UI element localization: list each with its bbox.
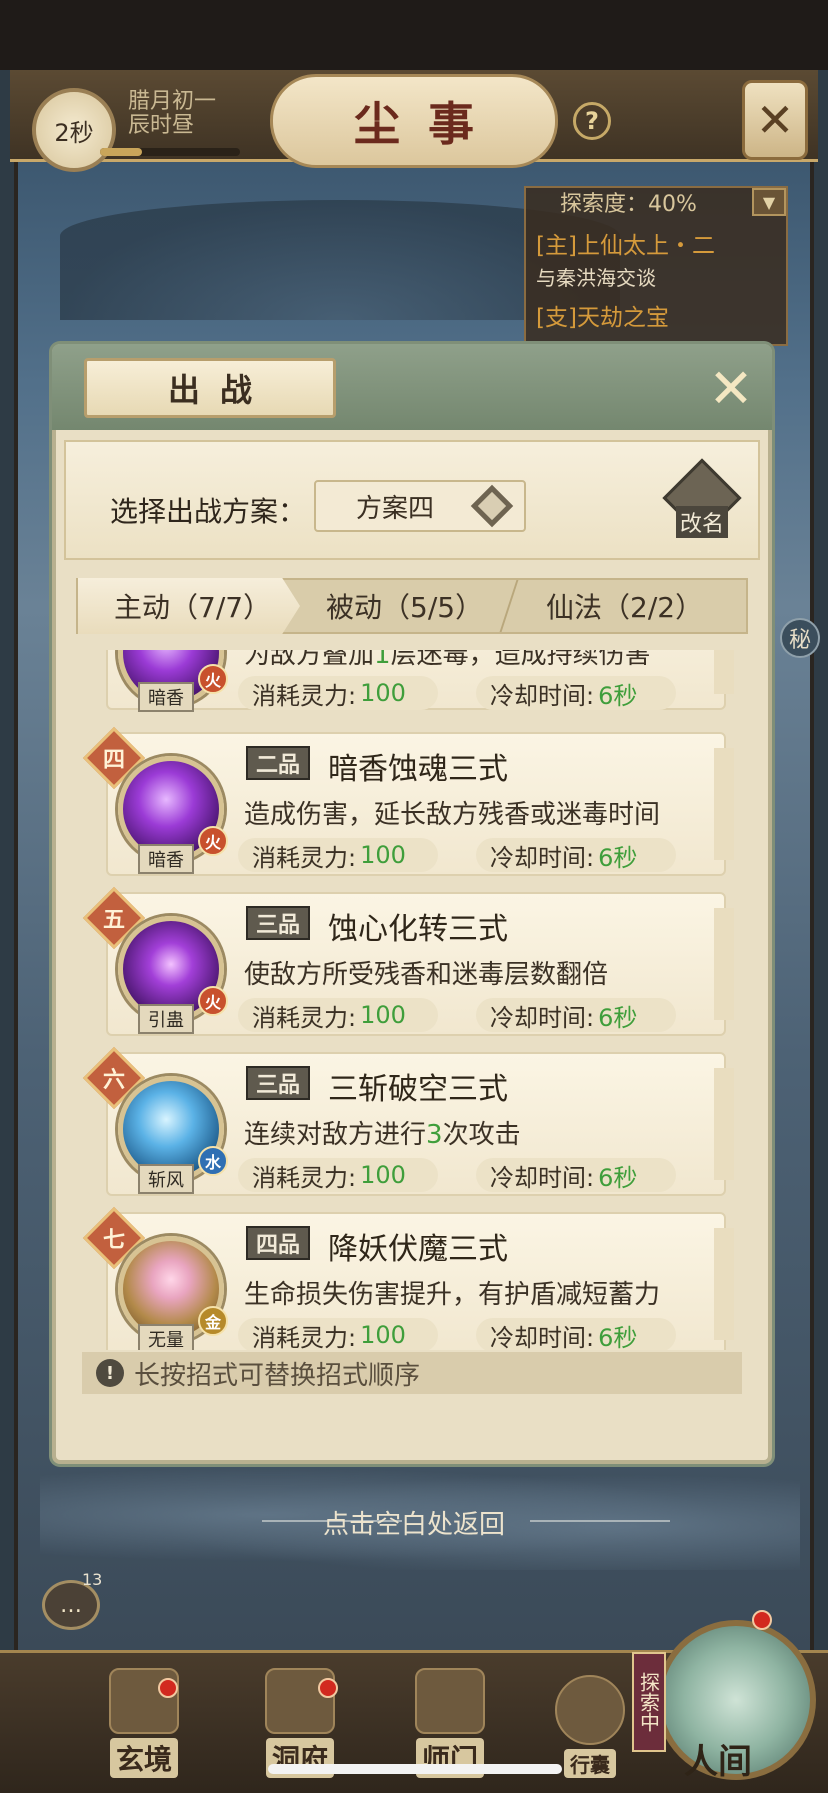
time-progress-fill bbox=[100, 148, 142, 156]
help-button[interactable]: ? bbox=[573, 102, 611, 140]
tip-text: 长按招式可替换招式顺序 bbox=[134, 1360, 421, 1391]
skill-name: 三斩破空三式 bbox=[328, 1072, 508, 1107]
grade-tag: 二品 bbox=[246, 746, 311, 780]
fire-element-icon: 火 bbox=[198, 826, 228, 856]
time-progress-bar bbox=[100, 148, 240, 156]
nav-item-xingnang[interactable]: 行囊 bbox=[540, 1668, 640, 1778]
skill-name: 蚀心化转三式 bbox=[328, 912, 508, 947]
quest-item-side[interactable]: [支]天劫之宝 bbox=[536, 298, 669, 332]
notification-dot bbox=[752, 1610, 772, 1630]
plan-select-value: 方案四 bbox=[356, 493, 435, 524]
notification-dot bbox=[158, 1678, 178, 1698]
dismiss-hint[interactable]: 点击空白处返回 bbox=[0, 1504, 828, 1541]
mana-cost: 消耗灵力: 100 bbox=[238, 998, 438, 1032]
skill-icon-label: 暗香 bbox=[138, 682, 194, 712]
rank-text: 五 bbox=[102, 907, 125, 933]
home-indicator[interactable] bbox=[268, 1764, 562, 1774]
date-display: 腊月初一 辰时昼 bbox=[128, 90, 216, 138]
mana-cost: 消耗灵力: 100 bbox=[238, 838, 438, 872]
cooldown: 冷却时间: 6秒 bbox=[476, 1158, 676, 1192]
rank-text: 七 bbox=[102, 1227, 125, 1253]
modal-title: 出战 bbox=[84, 358, 336, 418]
nav-item-renjian[interactable]: 人间 bbox=[684, 1734, 752, 1783]
mana-cost: 消耗灵力: 100 bbox=[238, 1158, 438, 1192]
grade-tag: 四品 bbox=[246, 1226, 311, 1260]
skill-list[interactable]: 暗香 火 为敌方叠加1层迷毒，造成持续伤害 消耗灵力: 100 冷却时间: 6秒 四… bbox=[76, 650, 748, 1350]
quest-item-main[interactable]: [主]上仙太上・二 bbox=[536, 226, 715, 260]
skill-name: 暗香蚀魂三式 bbox=[328, 752, 508, 787]
modal-close-icon[interactable]: ✕ bbox=[700, 357, 762, 420]
cooldown: 冷却时间: 6秒 bbox=[476, 1318, 676, 1350]
date-line-2: 辰时昼 bbox=[128, 113, 195, 138]
bag-icon bbox=[555, 1675, 625, 1745]
info-icon: ! bbox=[96, 1359, 124, 1387]
timer-badge: 2秒 bbox=[32, 88, 116, 172]
top-status-area bbox=[0, 0, 828, 70]
rank-text: 六 bbox=[102, 1067, 125, 1093]
explore-progress: 探索度：40% bbox=[560, 192, 697, 217]
grade-tag: 三品 bbox=[246, 906, 311, 940]
fire-element-icon: 火 bbox=[198, 986, 228, 1016]
skill-icon-label: 引蛊 bbox=[138, 1004, 194, 1034]
grade-tag: 三品 bbox=[246, 1066, 311, 1100]
skill-description: 为敌方叠加1层迷毒，造成持续伤害 bbox=[244, 650, 651, 670]
rename-label: 改名 bbox=[675, 506, 728, 538]
banner-icon bbox=[415, 1668, 485, 1734]
fire-element-icon: 火 bbox=[198, 664, 228, 694]
rename-button[interactable]: 改名 bbox=[662, 458, 742, 542]
secret-button[interactable]: 秘 bbox=[780, 618, 820, 658]
tab-magic-skills[interactable]: 仙法（2/2） bbox=[546, 578, 703, 634]
date-line-1: 腊月初一 bbox=[128, 89, 217, 114]
quest-item-main-desc: 与秦洪海交谈 bbox=[536, 266, 656, 290]
dropdown-arrow-icon[interactable] bbox=[470, 484, 514, 528]
cooldown: 冷却时间: 6秒 bbox=[476, 838, 676, 872]
skill-icon-label: 斩风 bbox=[138, 1164, 194, 1194]
skill-icon-label: 暗香 bbox=[138, 844, 194, 874]
cooldown: 冷却时间: 6秒 bbox=[476, 998, 676, 1032]
notification-dot bbox=[318, 1678, 338, 1698]
skill-name: 降妖伏魔三式 bbox=[328, 1232, 508, 1267]
skill-description: 使敌方所受残香和迷毒层数翻倍 bbox=[244, 960, 609, 990]
skill-description: 生命损失伤害提升，有护盾减短蓄力 bbox=[244, 1280, 661, 1310]
mana-cost: 消耗灵力: 100 bbox=[238, 676, 438, 710]
timer-text: 2秒 bbox=[54, 118, 94, 147]
skill-icon-label: 无量 bbox=[138, 1324, 194, 1350]
nav-item-xuanjing[interactable]: 玄境 bbox=[94, 1668, 194, 1778]
chevron-down-icon[interactable]: ▼ bbox=[752, 188, 786, 216]
page-title: 尘事 bbox=[270, 74, 558, 168]
tip-bar: ! 长按招式可替换招式顺序 bbox=[82, 1352, 742, 1394]
tab-passive-skills[interactable]: 被动（5/5） bbox=[326, 578, 483, 634]
nav-item-shimen[interactable]: 师门 bbox=[400, 1668, 500, 1778]
close-icon[interactable]: ✕ bbox=[742, 80, 808, 160]
mana-cost: 消耗灵力: 100 bbox=[238, 1318, 438, 1350]
skill-description: 连续对敌方进行3次攻击 bbox=[244, 1120, 521, 1150]
metal-element-icon: 金 bbox=[198, 1306, 228, 1336]
water-element-icon: 水 bbox=[198, 1146, 228, 1176]
rank-text: 四 bbox=[102, 747, 125, 773]
plan-label: 选择出战方案： bbox=[110, 495, 307, 528]
skill-description: 造成伤害，延长敌方残香或迷毒时间 bbox=[244, 800, 661, 830]
cooldown: 冷却时间: 6秒 bbox=[476, 676, 676, 710]
tab-active-skills[interactable]: 主动（7/7） bbox=[78, 578, 300, 634]
chat-count-badge: 13 bbox=[82, 1570, 103, 1589]
exploring-tag: 探索中 bbox=[632, 1652, 666, 1752]
